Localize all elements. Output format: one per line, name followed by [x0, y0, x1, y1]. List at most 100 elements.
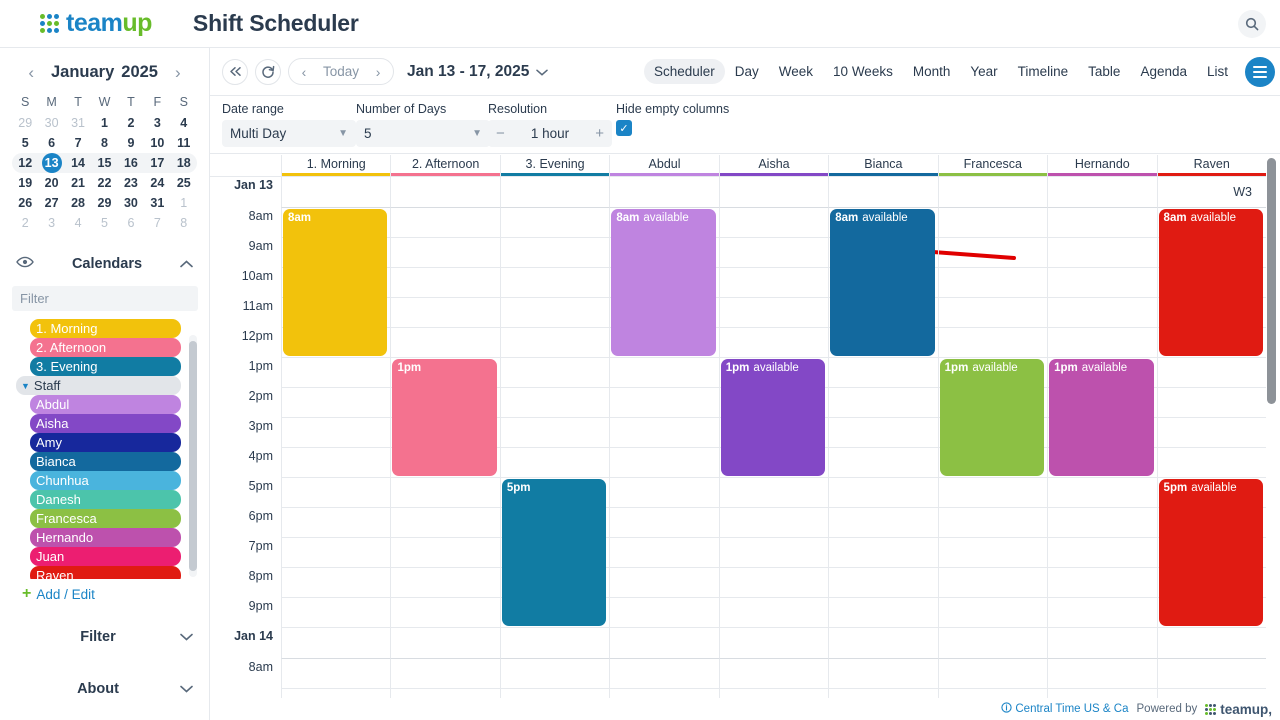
- scheduler-cell[interactable]: [937, 538, 1048, 568]
- scheduler-event[interactable]: 5pm available: [1158, 479, 1263, 626]
- group-collapse-icon[interactable]: ▼: [21, 381, 30, 391]
- scheduler-cell[interactable]: [609, 388, 719, 418]
- scheduler-cell[interactable]: [937, 508, 1048, 538]
- view-tab-list[interactable]: List: [1197, 59, 1238, 84]
- scheduler-cell[interactable]: [937, 268, 1048, 298]
- calendar-list-item[interactable]: Hernando: [30, 528, 181, 547]
- mini-calendar-day[interactable]: 4: [171, 113, 197, 133]
- chevron-down-icon[interactable]: [180, 682, 193, 696]
- scheduler-cell[interactable]: [609, 448, 719, 478]
- scheduler-cell[interactable]: [828, 628, 938, 659]
- calendar-group-staff[interactable]: ▼ Staff: [16, 376, 181, 395]
- view-tab-week[interactable]: Week: [769, 59, 823, 84]
- scheduler-cell[interactable]: [499, 238, 610, 268]
- scheduler-cell[interactable]: [718, 177, 829, 208]
- scheduler-cell[interactable]: [828, 448, 938, 478]
- scheduler-cell[interactable]: [499, 298, 610, 328]
- scheduler-cell[interactable]: [609, 508, 719, 538]
- scheduler-cell[interactable]: [937, 628, 1048, 659]
- mini-calendar-day[interactable]: 19: [12, 173, 38, 193]
- scheduler-cell[interactable]: [499, 628, 610, 659]
- scheduler-cell[interactable]: [937, 177, 1048, 208]
- mini-calendar-day[interactable]: 7: [65, 133, 91, 153]
- mini-calendar-day[interactable]: 14: [65, 153, 91, 173]
- mini-calendar-day[interactable]: 18: [171, 153, 197, 173]
- scheduler-cell[interactable]: [718, 298, 829, 328]
- hide-empty-columns-checkbox[interactable]: ✓: [616, 120, 632, 136]
- scheduler-cell[interactable]: [937, 659, 1048, 689]
- scheduler-cell[interactable]: [390, 598, 500, 628]
- mini-calendar-day[interactable]: 25: [171, 173, 197, 193]
- prev-month-icon[interactable]: ‹: [18, 64, 44, 81]
- scheduler-cell[interactable]: [281, 448, 391, 478]
- refresh-button[interactable]: [255, 58, 281, 85]
- date-range-select[interactable]: Multi Day ▼: [222, 120, 356, 147]
- calendar-list-item[interactable]: Danesh: [30, 490, 181, 509]
- scheduler-cell[interactable]: [499, 388, 610, 418]
- scheduler-cell[interactable]: [499, 177, 610, 208]
- mini-calendar-day[interactable]: 31: [65, 113, 91, 133]
- scheduler-cell[interactable]: [609, 568, 719, 598]
- mini-calendar-day[interactable]: 5: [12, 133, 38, 153]
- scheduler-event[interactable]: 8am available: [611, 209, 716, 356]
- scheduler-cell[interactable]: [828, 177, 938, 208]
- chevron-down-icon[interactable]: [536, 65, 549, 79]
- scheduler-cell[interactable]: [281, 177, 391, 208]
- calendar-filter-input[interactable]: [12, 286, 198, 311]
- mini-calendar-day[interactable]: 10: [144, 133, 170, 153]
- mini-calendar-day[interactable]: 2: [12, 213, 38, 233]
- scheduler-cell[interactable]: [390, 628, 500, 659]
- search-icon[interactable]: [1238, 10, 1266, 38]
- scheduler-cell[interactable]: [1156, 659, 1266, 689]
- scheduler-cell[interactable]: [828, 508, 938, 538]
- view-tab-agenda[interactable]: Agenda: [1130, 59, 1197, 84]
- date-range-label[interactable]: Jan 13 - 17, 2025: [407, 63, 529, 81]
- prev-period-icon[interactable]: ‹: [292, 64, 316, 80]
- scheduler-cell[interactable]: [937, 208, 1048, 238]
- scheduler-cell[interactable]: [718, 328, 829, 358]
- mini-calendar-day[interactable]: 12: [12, 153, 38, 173]
- scheduler-cell[interactable]: [1047, 568, 1157, 598]
- scheduler-cell[interactable]: [718, 268, 829, 298]
- calendar-list-item[interactable]: Francesca: [30, 509, 181, 528]
- view-tab-timeline[interactable]: Timeline: [1008, 59, 1079, 84]
- calendar-list-item[interactable]: Bianca: [30, 452, 181, 471]
- scheduler-cell[interactable]: [1047, 628, 1157, 659]
- scheduler-cell[interactable]: [718, 208, 829, 238]
- mini-calendar-day[interactable]: 27: [38, 193, 64, 213]
- calendar-list-item[interactable]: 3. Evening: [30, 357, 181, 376]
- scheduler-cell[interactable]: W3: [1156, 177, 1266, 208]
- scheduler-cell[interactable]: [390, 298, 500, 328]
- scheduler-cell[interactable]: [609, 659, 719, 689]
- scheduler-cell[interactable]: [718, 478, 829, 508]
- scheduler-cell[interactable]: [1156, 628, 1266, 659]
- view-tab-day[interactable]: Day: [725, 59, 769, 84]
- mini-calendar-day[interactable]: 29: [91, 193, 117, 213]
- hamburger-menu-icon[interactable]: [1245, 56, 1275, 87]
- scheduler-cell[interactable]: [390, 177, 500, 208]
- scheduler-cell[interactable]: [937, 328, 1048, 358]
- mini-calendar-day[interactable]: 30: [38, 113, 64, 133]
- mini-calendar-day[interactable]: 23: [118, 173, 144, 193]
- scheduler-cell[interactable]: [1047, 508, 1157, 538]
- scheduler-cell[interactable]: [718, 598, 829, 628]
- today-button[interactable]: Today: [316, 64, 366, 79]
- mini-calendar-day[interactable]: 1: [171, 193, 197, 213]
- chevron-up-icon[interactable]: [180, 257, 193, 271]
- scheduler-cell[interactable]: [718, 568, 829, 598]
- grid-scrollbar-thumb[interactable]: [1267, 158, 1276, 404]
- scheduler-column-header[interactable]: Raven: [1156, 155, 1266, 176]
- scheduler-column-header[interactable]: Francesca: [937, 155, 1048, 176]
- scheduler-event[interactable]: 1pm: [392, 359, 497, 476]
- scheduler-cell[interactable]: [1156, 388, 1266, 418]
- number-of-days-select[interactable]: 5 ▼: [356, 120, 490, 147]
- scheduler-cell[interactable]: [499, 208, 610, 238]
- scheduler-cell[interactable]: [718, 659, 829, 689]
- timezone-button[interactable]: Central Time US & Ca: [1001, 702, 1129, 716]
- scheduler-cell[interactable]: [828, 538, 938, 568]
- mini-calendar-day[interactable]: 22: [91, 173, 117, 193]
- mini-calendar-day[interactable]: 4: [65, 213, 91, 233]
- scheduler-cell[interactable]: [281, 538, 391, 568]
- scheduler-cell[interactable]: [828, 418, 938, 448]
- scheduler-cell[interactable]: [281, 568, 391, 598]
